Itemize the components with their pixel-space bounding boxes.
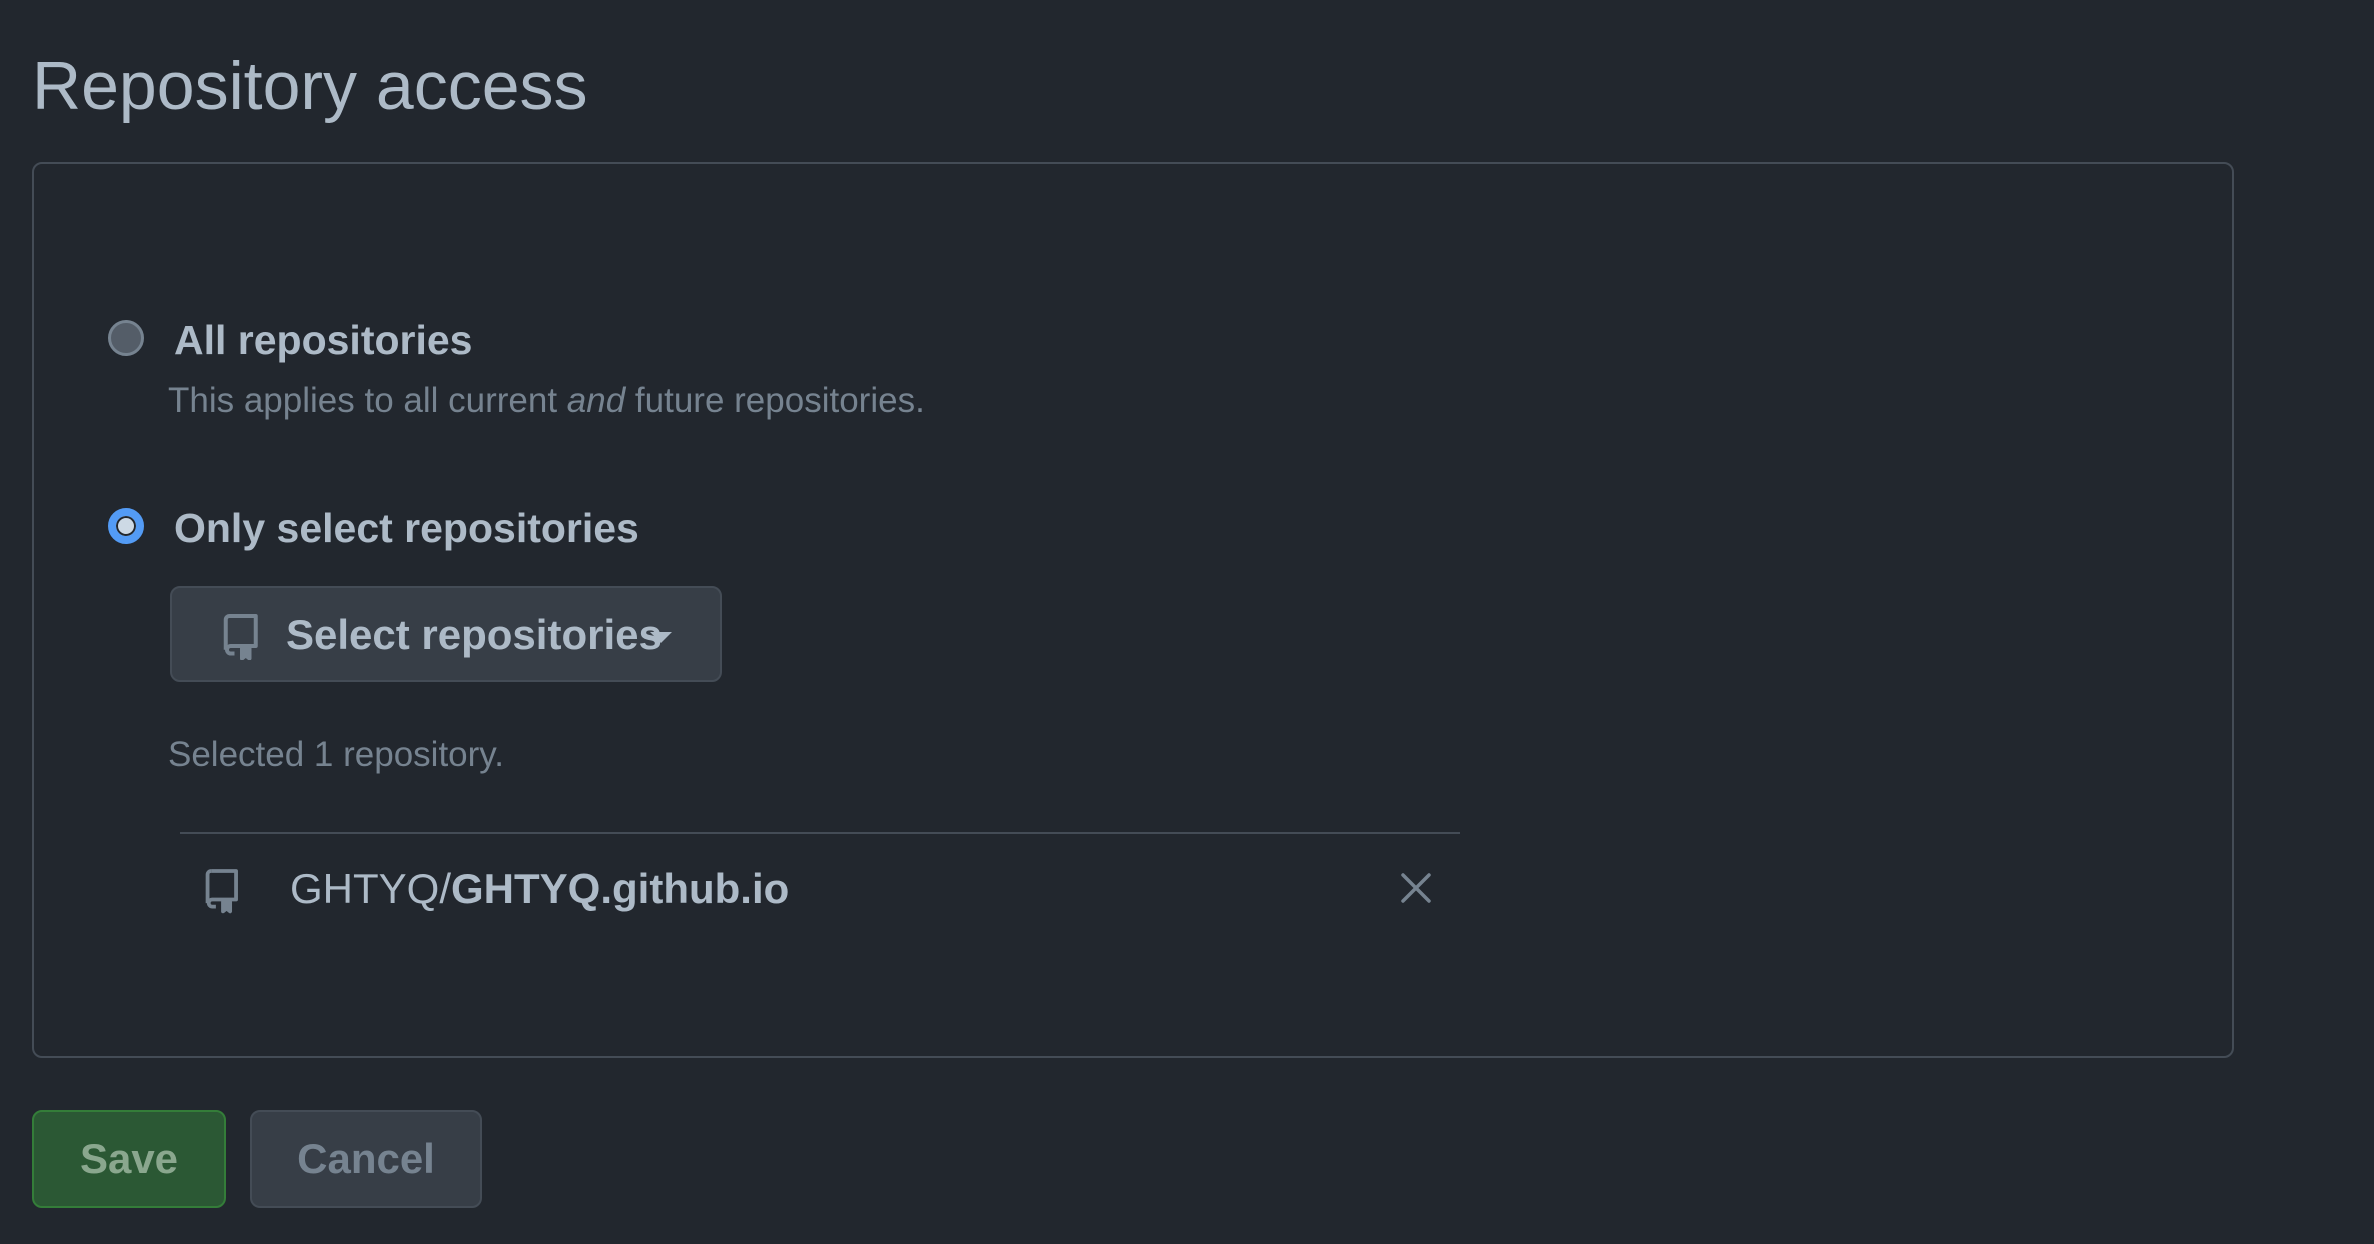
repository-short-name: GHTYQ.github.io bbox=[451, 865, 790, 912]
note-text-before: This applies to all current bbox=[168, 381, 567, 420]
list-item: GHTYQ/GHTYQ.github.io bbox=[180, 834, 1460, 946]
note-text-emphasis: and bbox=[566, 381, 626, 420]
close-icon[interactable] bbox=[1398, 870, 1434, 906]
repository-name: GHTYQ/GHTYQ.github.io bbox=[290, 862, 789, 916]
note-text-after: future repositories. bbox=[625, 381, 925, 420]
save-button[interactable]: Save bbox=[32, 1110, 226, 1208]
only-select-repositories-radio[interactable] bbox=[108, 508, 144, 544]
select-repositories-button[interactable]: Select repositories bbox=[170, 586, 722, 682]
all-repositories-radio[interactable] bbox=[108, 320, 144, 356]
all-repositories-label[interactable]: All repositories bbox=[174, 314, 472, 366]
chevron-down-icon bbox=[650, 632, 672, 643]
repository-access-box: All repositories This applies to all cur… bbox=[32, 162, 2234, 1058]
selected-count-text: Selected 1 repository. bbox=[168, 735, 504, 774]
page-title: Repository access bbox=[32, 48, 588, 124]
selected-repositories-list: GHTYQ/GHTYQ.github.io bbox=[180, 832, 1460, 946]
repo-icon bbox=[222, 612, 262, 665]
repository-owner: GHTYQ/ bbox=[290, 865, 452, 912]
repository-access-page: Repository access All repositories This … bbox=[0, 0, 2374, 1244]
select-repositories-label: Select repositories bbox=[286, 611, 662, 658]
all-repositories-note: This applies to all current and future r… bbox=[168, 378, 925, 424]
repo-icon bbox=[204, 866, 242, 919]
cancel-button[interactable]: Cancel bbox=[250, 1110, 482, 1208]
only-select-repositories-label[interactable]: Only select repositories bbox=[174, 502, 639, 554]
